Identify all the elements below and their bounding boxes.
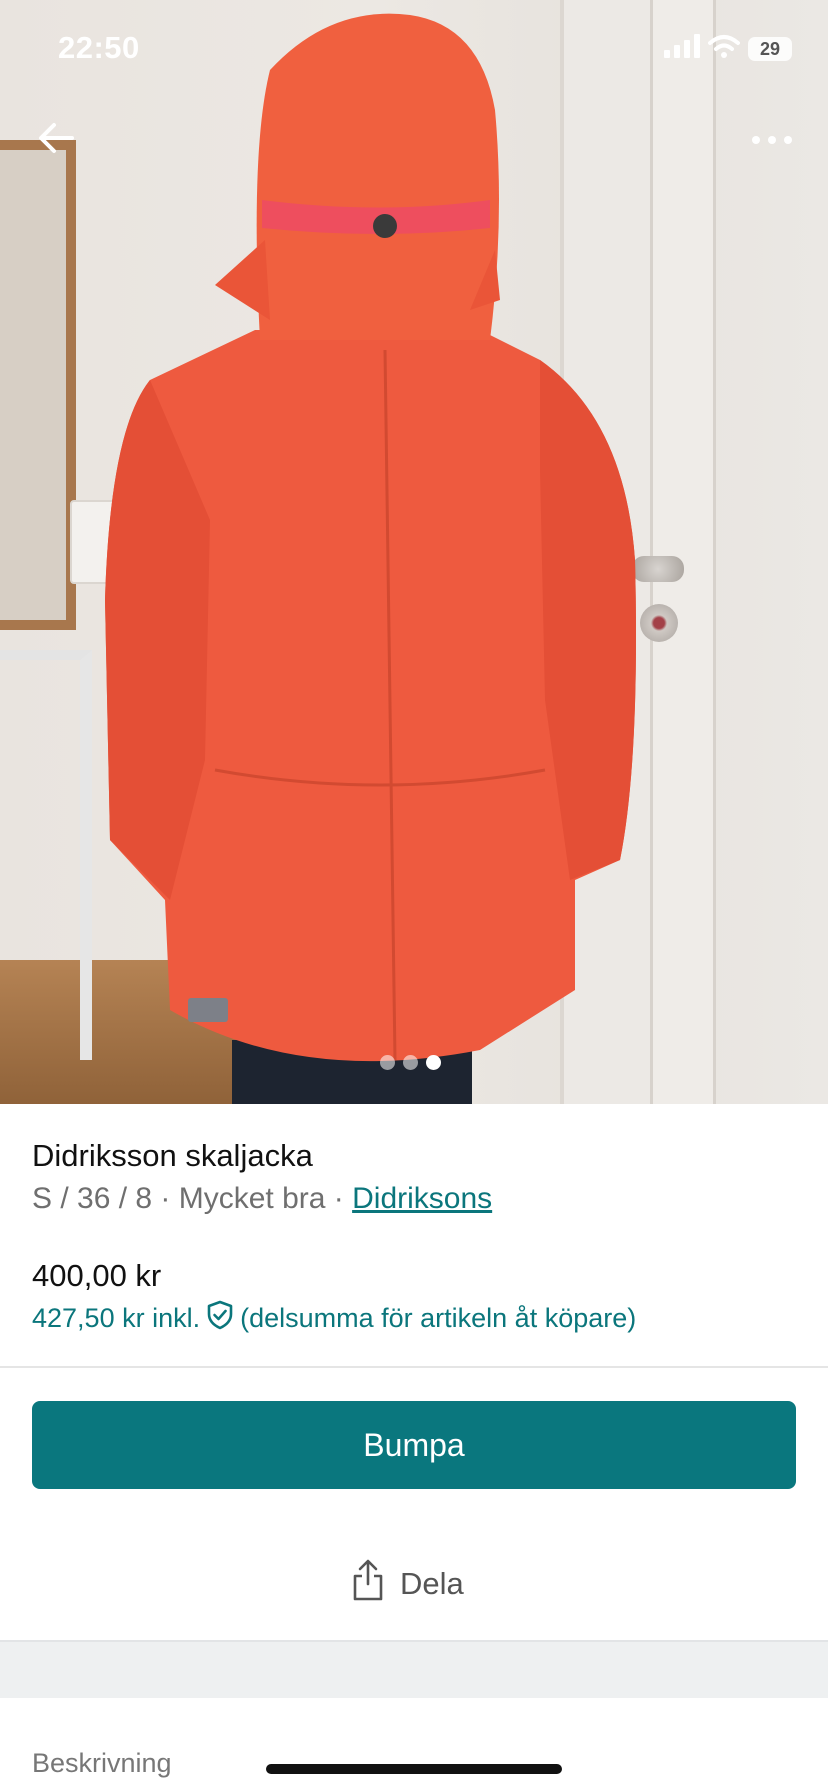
share-label: Dela bbox=[400, 1566, 464, 1601]
home-indicator[interactable] bbox=[266, 1764, 562, 1774]
more-horizontal-icon bbox=[752, 136, 792, 144]
item-attributes-text: S / 36 / 8 · Mycket bra · bbox=[32, 1182, 353, 1215]
status-time: 22:50 bbox=[58, 30, 140, 65]
jacket-illustration bbox=[105, 13, 636, 1104]
bump-button[interactable]: Bumpa bbox=[32, 1401, 796, 1489]
shield-check-icon[interactable] bbox=[206, 1300, 234, 1337]
brand-link[interactable]: Didriksons bbox=[352, 1182, 492, 1215]
gallery-pagination bbox=[380, 1055, 441, 1070]
divider bbox=[0, 1366, 828, 1368]
gallery-dot-2[interactable] bbox=[403, 1055, 418, 1070]
listing-photo[interactable]: 22:50 29 bbox=[0, 0, 828, 1104]
price-incl-row[interactable]: 427,50 kr inkl. (delsumma för artikeln å… bbox=[32, 1300, 636, 1337]
share-button[interactable]: Dela bbox=[350, 1558, 464, 1610]
status-icons: 29 bbox=[664, 34, 792, 63]
item-price: 400,00 kr bbox=[32, 1258, 162, 1293]
cellular-signal-icon bbox=[664, 34, 700, 63]
wifi-icon bbox=[708, 34, 740, 63]
item-attributes: S / 36 / 8 · Mycket bra · Didriksons bbox=[32, 1182, 492, 1216]
section-separator bbox=[0, 1640, 828, 1698]
battery-icon: 29 bbox=[748, 36, 792, 61]
price-incl-text: 427,50 kr inkl. bbox=[32, 1303, 201, 1333]
share-icon bbox=[350, 1558, 386, 1610]
gallery-dot-3[interactable] bbox=[426, 1055, 441, 1070]
price-note: (delsumma för artikeln åt köpare) bbox=[240, 1303, 637, 1333]
back-button[interactable] bbox=[34, 116, 78, 160]
description-heading: Beskrivning bbox=[32, 1748, 172, 1778]
arrow-left-icon bbox=[39, 123, 74, 153]
gallery-dot-1[interactable] bbox=[380, 1055, 395, 1070]
more-options-button[interactable] bbox=[746, 120, 798, 160]
item-title: Didriksson skaljacka bbox=[32, 1138, 313, 1173]
